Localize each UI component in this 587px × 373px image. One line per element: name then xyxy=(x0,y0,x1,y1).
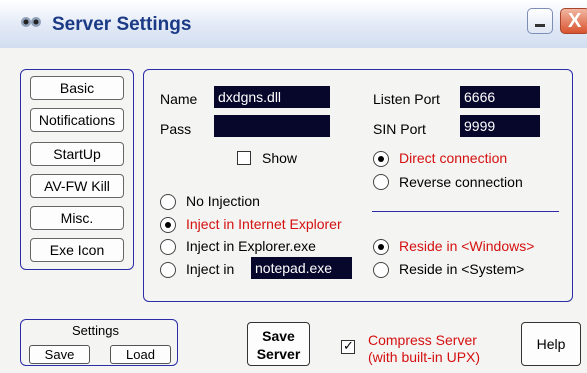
inject-explorer-label: Inject in Explorer.exe xyxy=(186,238,316,254)
nav-startup-button[interactable]: StartUp xyxy=(30,142,124,166)
pass-label: Pass xyxy=(160,121,192,137)
compress-line1: Compress Server xyxy=(368,332,477,348)
settings-load-button[interactable]: Load xyxy=(110,345,171,364)
nav-av-fw-kill-button[interactable]: AV-FW Kill xyxy=(30,174,124,198)
no-injection-radio[interactable] xyxy=(160,194,176,210)
server-settings-window: Server Settings X Basic Notifications St… xyxy=(0,0,587,373)
inject-process-input[interactable]: notepad.exe xyxy=(251,257,352,279)
help-button[interactable]: Help xyxy=(521,322,581,366)
name-label: Name xyxy=(160,91,198,107)
compress-server-checkbox[interactable] xyxy=(341,338,355,354)
settings-save-button[interactable]: Save xyxy=(29,345,90,364)
window-title: Server Settings xyxy=(52,14,192,35)
minimize-button[interactable] xyxy=(527,8,553,34)
settings-group-label: Settings xyxy=(72,323,119,338)
save-server-line2: Server xyxy=(256,346,301,362)
sin-port-input[interactable]: 9999 xyxy=(460,115,540,137)
inject-ie-radio[interactable] xyxy=(160,217,176,233)
alien-app-icon xyxy=(21,17,41,27)
show-checkbox[interactable] xyxy=(237,151,251,165)
direct-connection-label: Direct connection xyxy=(399,150,508,166)
no-injection-label: No Injection xyxy=(186,193,260,209)
title-bar[interactable]: Server Settings X xyxy=(0,0,587,48)
sin-port-label: SIN Port xyxy=(373,121,426,137)
reside-system-label: Reside in <System> xyxy=(399,261,525,277)
name-input[interactable]: dxdgns.dll xyxy=(214,86,330,108)
listen-port-label: Listen Port xyxy=(373,91,440,107)
inject-ie-label: Inject in Internet Explorer xyxy=(186,216,342,232)
nav-notifications-button[interactable]: Notifications xyxy=(30,108,124,132)
compress-server-label: Compress Server (with built-in UPX) xyxy=(368,332,480,366)
reside-system-radio[interactable] xyxy=(373,262,389,278)
save-server-button[interactable]: Save Server xyxy=(247,322,310,366)
reverse-connection-label: Reverse connection xyxy=(399,174,523,190)
show-label: Show xyxy=(262,150,298,166)
reside-windows-radio[interactable] xyxy=(373,239,389,255)
reverse-connection-radio[interactable] xyxy=(373,174,389,190)
inject-explorer-radio[interactable] xyxy=(160,239,176,255)
inject-custom-label: Inject in xyxy=(186,261,235,277)
close-button[interactable]: X xyxy=(560,8,587,34)
divider-line xyxy=(372,211,559,212)
compress-line2: (with built-in UPX) xyxy=(368,349,481,365)
pass-input[interactable] xyxy=(214,115,330,137)
direct-connection-radio[interactable] xyxy=(373,151,389,167)
nav-basic-button[interactable]: Basic xyxy=(30,76,124,100)
nav-misc-button[interactable]: Misc. xyxy=(30,206,124,230)
close-icon: X xyxy=(568,10,582,32)
inject-custom-radio[interactable] xyxy=(160,262,176,278)
nav-exe-icon-button[interactable]: Exe Icon xyxy=(30,238,124,262)
reside-windows-label: Reside in <Windows> xyxy=(399,238,535,254)
save-server-line1: Save xyxy=(262,328,295,344)
listen-port-input[interactable]: 6666 xyxy=(460,86,540,108)
